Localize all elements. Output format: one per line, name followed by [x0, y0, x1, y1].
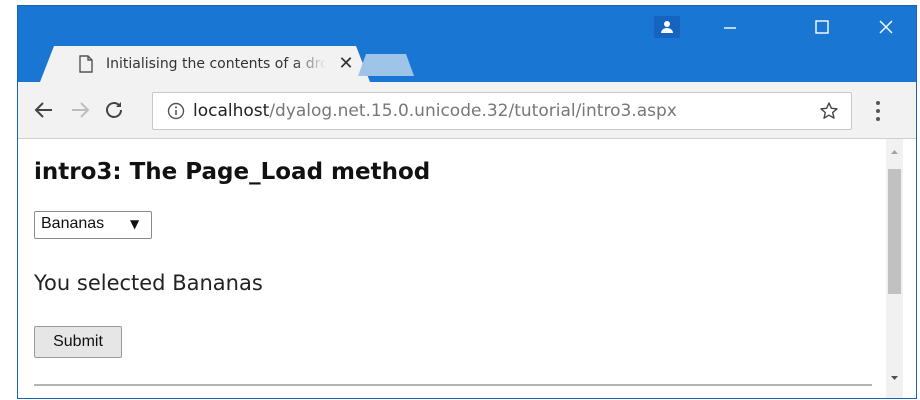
reload-icon[interactable] — [102, 98, 126, 122]
profile-icon[interactable] — [654, 16, 680, 38]
scroll-down-icon[interactable] — [886, 369, 903, 381]
window-close-icon[interactable] — [866, 16, 906, 38]
url-text[interactable]: localhost/dyalog.net.15.0.unicode.32/tut… — [193, 100, 677, 122]
address-bar[interactable]: localhost/dyalog.net.15.0.unicode.32/tut… — [152, 92, 852, 130]
star-icon[interactable] — [819, 101, 839, 121]
scroll-thumb[interactable] — [888, 169, 901, 294]
title-bar: Initialising the contents of a dropdown … — [18, 6, 916, 86]
scroll-up-icon[interactable] — [886, 143, 903, 155]
horizontal-rule — [34, 384, 872, 386]
maximize-icon[interactable] — [802, 16, 842, 38]
page-title: intro3: The Page_Load method — [34, 159, 431, 185]
new-tab-button[interactable] — [358, 54, 414, 76]
tab-active[interactable]: Initialising the contents of a dropdown … — [40, 46, 370, 82]
tab-title: Initialising the contents of a dropdown — [106, 56, 326, 72]
url-path: /dyalog.net.15.0.unicode.32/tutorial/int… — [269, 101, 677, 121]
submit-button[interactable]: Submit — [34, 326, 122, 358]
info-icon[interactable] — [167, 102, 185, 120]
selection-message: You selected Bananas — [34, 271, 263, 295]
url-host: localhost — [193, 101, 270, 121]
fruit-dropdown[interactable]: Bananas ▼ — [34, 211, 152, 239]
toolbar: localhost/dyalog.net.15.0.unicode.32/tut… — [18, 82, 916, 139]
browser-window: Initialising the contents of a dropdown … — [18, 6, 916, 398]
chevron-down-icon: ▼ — [130, 217, 140, 231]
close-icon[interactable]: ✕ — [336, 54, 356, 74]
dropdown-value: Bananas — [41, 215, 105, 232]
back-arrow-icon[interactable] — [32, 98, 56, 122]
vertical-scrollbar[interactable] — [886, 139, 903, 398]
forward-arrow-icon[interactable] — [68, 98, 92, 122]
page-icon — [78, 55, 94, 73]
page-content: intro3: The Page_Load method Bananas ▼ Y… — [18, 139, 916, 398]
menu-icon[interactable] — [874, 100, 882, 122]
minimize-icon[interactable] — [710, 16, 750, 38]
